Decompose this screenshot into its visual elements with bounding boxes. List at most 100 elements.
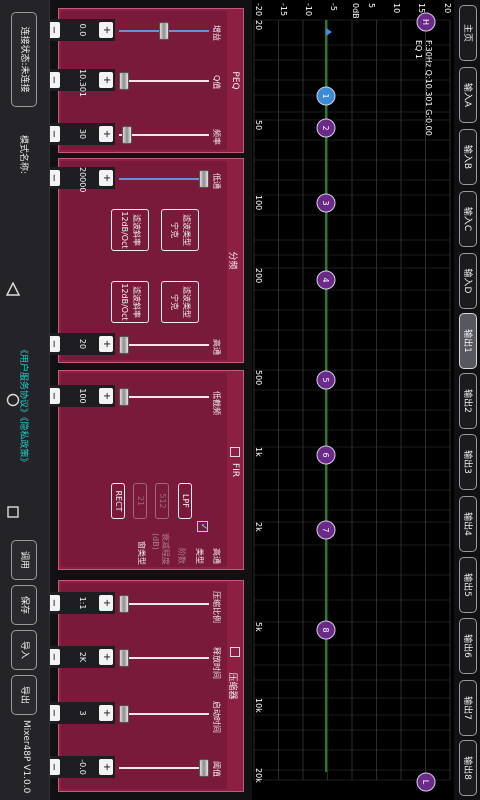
comp-release-slider[interactable] [119, 657, 209, 659]
fir-window-select[interactable]: RECT [111, 483, 125, 519]
comp-release-knob[interactable] [119, 649, 129, 667]
app-stage: 主页 输入A 输入B 输入C 输入D 输出1 输出2 输出3 输出4 输出5 输… [0, 0, 480, 800]
tab-output-3[interactable]: 输出3 [459, 434, 477, 490]
eq-node-4[interactable]: 4 [316, 270, 336, 290]
fir-atten-label: 衰减程度(dB) [151, 533, 170, 565]
peq-q-knob[interactable] [119, 72, 129, 90]
comp-threshold-knob[interactable] [199, 759, 209, 777]
comp-attack-stepper: + 3 − [43, 702, 115, 724]
peq-gain-stepper: + 0.0 − [43, 19, 115, 41]
comp-ratio-stepper: + 1:1 − [43, 592, 115, 614]
comp-release-plus[interactable]: + [99, 649, 113, 665]
y-tick-minus10: -10 [304, 3, 313, 16]
fir-type-label: 类型 [195, 548, 204, 564]
comp-attack-knob[interactable] [119, 705, 129, 723]
tab-main[interactable]: 主页 [459, 5, 477, 61]
tab-output-1[interactable]: 输出1 [459, 313, 477, 369]
eq-node-label: 2 [321, 125, 330, 130]
fir-low-freq-slider[interactable] [119, 396, 209, 398]
eq-node-label: 3 [321, 200, 330, 205]
peq-q-stepper: + 10.301 − [43, 69, 115, 97]
home-icon[interactable] [6, 392, 20, 407]
x-tick-5k: 5k [254, 622, 263, 632]
fir-type-select[interactable]: LPF [178, 483, 192, 519]
peq-freq-slider[interactable] [119, 134, 209, 136]
recents-icon[interactable] [6, 504, 20, 518]
tab-input-d[interactable]: 输入D [459, 253, 477, 309]
peq-q-slider[interactable] [119, 80, 209, 82]
peq-q-value: 10.301 [78, 69, 87, 97]
eq-node-8[interactable]: 8 [316, 620, 336, 640]
control-panels: PEQ 频率 Q值 增益 + 30 − + 10.301 − + 0.0 − 分… [43, 0, 252, 800]
lp-filter-type-select[interactable]: 滤波类型 宁克 [161, 209, 199, 251]
peq-freq-plus[interactable]: + [99, 126, 113, 142]
tab-input-a[interactable]: 输入A [459, 67, 477, 123]
tab-output-5[interactable]: 输出5 [459, 557, 477, 613]
comp-threshold-slider[interactable] [119, 767, 209, 769]
fir-taps-label: 阶数 [177, 548, 186, 564]
eq-graph[interactable]: 20 15 10 5 0dB -5 -10 -15 -20 20 50 100 … [252, 0, 454, 800]
comp-attack-slider[interactable] [119, 713, 209, 715]
back-icon[interactable] [5, 281, 21, 296]
crossover-lp-plus[interactable]: + [99, 170, 113, 186]
tab-output-4[interactable]: 输出4 [459, 496, 477, 552]
eq-node-1[interactable]: 1 [316, 86, 336, 106]
comp-threshold-plus[interactable]: + [99, 759, 113, 775]
peq-q-label: Q值 [212, 75, 221, 90]
tab-input-b[interactable]: 输入B [459, 129, 477, 185]
comp-ratio-slider[interactable] [119, 603, 209, 605]
eq-info-line2: EQ 1 [414, 40, 423, 59]
eq-node-3[interactable]: 3 [316, 193, 336, 213]
fir-panel-body: 高通 类型 阶数 衰减程度(dB) 窗类型 低截频 ✓ LPF 512 21 R… [43, 373, 227, 567]
x-tick-500: 500 [254, 370, 263, 385]
eq-node-5[interactable]: 5 [316, 370, 336, 390]
comp-ratio-plus[interactable]: + [99, 595, 113, 611]
peq-freq-knob[interactable] [122, 126, 132, 144]
comp-attack-value: 3 [78, 710, 87, 716]
y-tick-0db: 0dB [351, 3, 360, 19]
compressor-panel: 压缩器 阈值 启动时间 释放时间 压缩比例 + -0.0 − + 3 − + 2… [43, 580, 244, 792]
hp-filter-type-select[interactable]: 滤波类型 宁克 [161, 281, 199, 323]
fir-taps-select[interactable]: 512 [155, 483, 169, 519]
crossover-hp-knob[interactable] [119, 336, 129, 354]
tab-input-c[interactable]: 输入C [459, 191, 477, 247]
peq-panel: PEQ 频率 Q值 增益 + 30 − + 10.301 − + 0.0 − [43, 8, 244, 153]
fir-low-freq-knob[interactable] [119, 388, 129, 406]
band-marker-left[interactable] [326, 28, 332, 36]
fir-hp-label: 高通 [212, 548, 221, 564]
tab-output-8[interactable]: 输出8 [459, 740, 477, 796]
comp-ratio-knob[interactable] [119, 595, 129, 613]
lp-filter-slope-select[interactable]: 滤波斜率 12dB/Oct [111, 209, 149, 251]
tab-output-6[interactable]: 输出6 [459, 618, 477, 674]
peq-gain-plus[interactable]: + [99, 22, 113, 38]
tab-output-7[interactable]: 输出7 [459, 680, 477, 736]
eq-node-6[interactable]: 6 [316, 445, 336, 465]
eq-node-l[interactable]: L [416, 772, 436, 792]
fir-low-freq-plus[interactable]: + [99, 388, 113, 404]
crossover-lp-label: 低通 [212, 173, 221, 189]
crossover-hp-plus[interactable]: + [99, 336, 113, 352]
hp-filter-slope-select[interactable]: 滤波斜率 12dB/Oct [111, 281, 149, 323]
tab-output-2[interactable]: 输出2 [459, 373, 477, 429]
eq-node-2[interactable]: 2 [316, 118, 336, 138]
crossover-panel-body: 高通 低通 滤波类型 宁克 滤波斜率 12dB/Oct 滤波类型 宁克 滤波斜率 12d… [43, 161, 227, 360]
comp-ratio-label: 压缩比例 [212, 591, 221, 623]
eq-node-h[interactable]: H [416, 12, 436, 32]
fir-low-freq-value: 100 [78, 388, 87, 404]
x-tick-1k: 1k [254, 447, 263, 457]
peq-q-plus[interactable]: + [99, 72, 113, 88]
fir-title: FIR [230, 462, 240, 478]
comp-release-label: 释放时间 [212, 647, 221, 679]
x-tick-200: 200 [254, 268, 263, 283]
comp-attack-plus[interactable]: + [99, 705, 113, 721]
eq-node-7[interactable]: 7 [316, 520, 336, 540]
crossover-hp-slider[interactable] [119, 344, 209, 346]
peq-gain-knob[interactable] [159, 22, 169, 40]
fir-low-freq-stepper: + 100 − [43, 385, 115, 407]
crossover-lp-knob[interactable] [199, 170, 209, 188]
eq-node-label: 7 [321, 527, 330, 532]
fir-hp-checkbox[interactable]: ✓ [197, 521, 208, 532]
fir-atten-select[interactable]: 21 [133, 483, 147, 519]
peq-title: PEQ [230, 71, 240, 90]
crossover-lp-slider[interactable] [119, 178, 209, 180]
